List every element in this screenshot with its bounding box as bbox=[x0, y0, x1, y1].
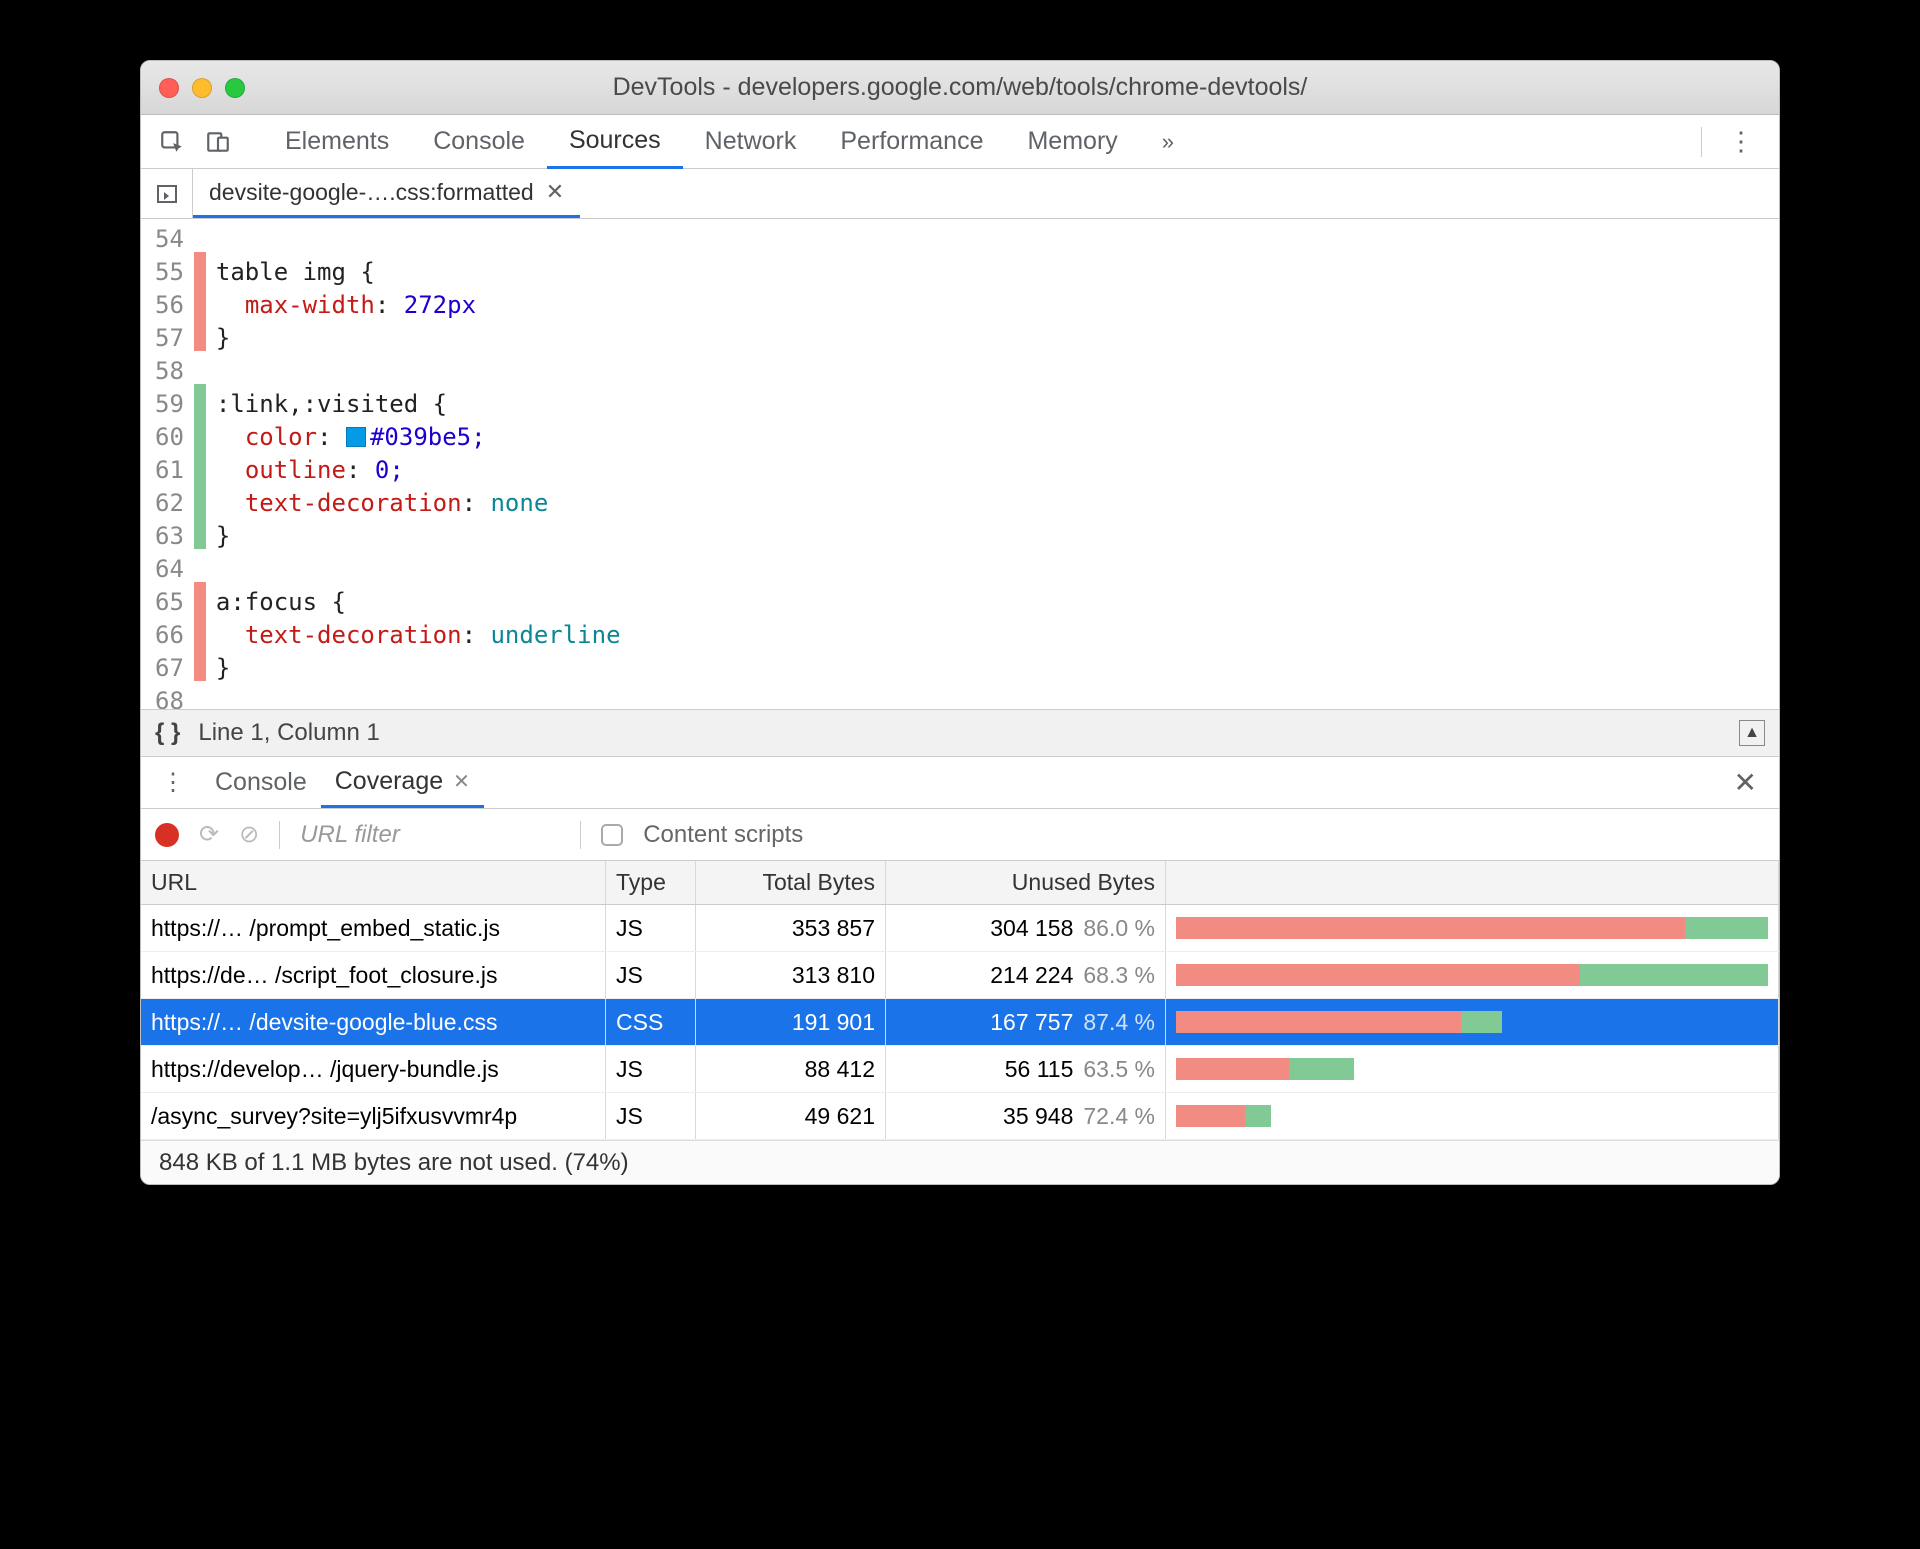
window-title: DevTools - developers.google.com/web/too… bbox=[159, 73, 1761, 102]
divider bbox=[1701, 127, 1702, 157]
close-drawer-icon[interactable]: ✕ bbox=[1722, 766, 1769, 799]
traffic-lights bbox=[159, 78, 245, 98]
reload-icon[interactable]: ⟳ bbox=[199, 820, 219, 849]
coverage-row[interactable]: https://… /devsite-google-blue.cssCSS191… bbox=[141, 999, 1779, 1046]
url-filter-input[interactable]: URL filter bbox=[300, 821, 560, 849]
code-content: table img { max-width: 272px} :link,:vis… bbox=[206, 219, 621, 709]
tab-performance[interactable]: Performance bbox=[818, 115, 1005, 169]
content-scripts-checkbox[interactable] bbox=[601, 824, 623, 846]
file-tab-bar: devsite-google-….css:formatted ✕ bbox=[141, 169, 1779, 219]
coverage-row[interactable]: /async_survey?site=ylj5ifxusvvmr4pJS49 6… bbox=[141, 1093, 1779, 1140]
col-type[interactable]: Type bbox=[606, 861, 696, 904]
coverage-toolbar: ⟳ ⊘ URL filter Content scripts bbox=[141, 809, 1779, 861]
settings-menu-icon[interactable]: ⋮ bbox=[1714, 126, 1769, 157]
drawer-tab-bar: ⋮ ConsoleCoverage✕ ✕ bbox=[141, 757, 1779, 809]
coverage-row[interactable]: https://… /prompt_embed_static.jsJS353 8… bbox=[141, 905, 1779, 952]
divider bbox=[279, 821, 280, 849]
pretty-print-icon[interactable]: { } bbox=[155, 719, 180, 747]
col-bar bbox=[1166, 861, 1779, 904]
source-editor[interactable]: 545556575859606162636465666768 table img… bbox=[141, 219, 1779, 709]
file-tab[interactable]: devsite-google-….css:formatted ✕ bbox=[193, 169, 580, 218]
inspect-element-icon[interactable] bbox=[151, 121, 193, 163]
col-unused[interactable]: Unused Bytes bbox=[886, 861, 1166, 904]
close-window-button[interactable] bbox=[159, 78, 179, 98]
main-tab-bar: ElementsConsoleSourcesNetworkPerformance… bbox=[141, 115, 1779, 169]
drawer-tab-console[interactable]: Console bbox=[201, 757, 321, 808]
drawer-menu-icon[interactable]: ⋮ bbox=[151, 768, 195, 797]
tab-network[interactable]: Network bbox=[683, 115, 819, 169]
close-drawer-tab-icon[interactable]: ✕ bbox=[453, 769, 470, 794]
coverage-table-header: URL Type Total Bytes Unused Bytes bbox=[141, 861, 1779, 905]
content-scripts-label: Content scripts bbox=[643, 821, 803, 849]
record-button[interactable] bbox=[155, 823, 179, 847]
cursor-position: Line 1, Column 1 bbox=[198, 719, 379, 747]
tab-sources[interactable]: Sources bbox=[547, 115, 683, 169]
coverage-row[interactable]: https://develop… /jquery-bundle.jsJS88 4… bbox=[141, 1046, 1779, 1093]
toggle-sidebar-icon[interactable]: ▲ bbox=[1739, 720, 1765, 746]
file-tab-label: devsite-google-….css:formatted bbox=[209, 179, 534, 206]
divider bbox=[580, 821, 581, 849]
line-number-gutter: 545556575859606162636465666768 bbox=[141, 219, 194, 709]
coverage-table: URL Type Total Bytes Unused Bytes https:… bbox=[141, 861, 1779, 1184]
coverage-row[interactable]: https://de… /script_foot_closure.jsJS313… bbox=[141, 952, 1779, 999]
coverage-summary: 848 KB of 1.1 MB bytes are not used. (74… bbox=[141, 1140, 1779, 1184]
tabs-overflow-icon[interactable]: » bbox=[1144, 129, 1192, 155]
tab-memory[interactable]: Memory bbox=[1005, 115, 1139, 169]
tab-elements[interactable]: Elements bbox=[263, 115, 411, 169]
minimize-window-button[interactable] bbox=[192, 78, 212, 98]
close-file-tab-icon[interactable]: ✕ bbox=[546, 179, 564, 205]
col-total[interactable]: Total Bytes bbox=[696, 861, 886, 904]
device-toolbar-icon[interactable] bbox=[197, 121, 239, 163]
clear-icon[interactable]: ⊘ bbox=[239, 820, 259, 849]
zoom-window-button[interactable] bbox=[225, 78, 245, 98]
editor-status-bar: { } Line 1, Column 1 ▲ bbox=[141, 709, 1779, 757]
tab-console[interactable]: Console bbox=[411, 115, 547, 169]
drawer-tab-coverage[interactable]: Coverage✕ bbox=[321, 757, 484, 808]
navigator-toggle-icon[interactable] bbox=[141, 169, 193, 218]
coverage-strip bbox=[194, 219, 206, 709]
col-url[interactable]: URL bbox=[141, 861, 606, 904]
devtools-window: DevTools - developers.google.com/web/too… bbox=[140, 60, 1780, 1185]
titlebar: DevTools - developers.google.com/web/too… bbox=[141, 61, 1779, 115]
